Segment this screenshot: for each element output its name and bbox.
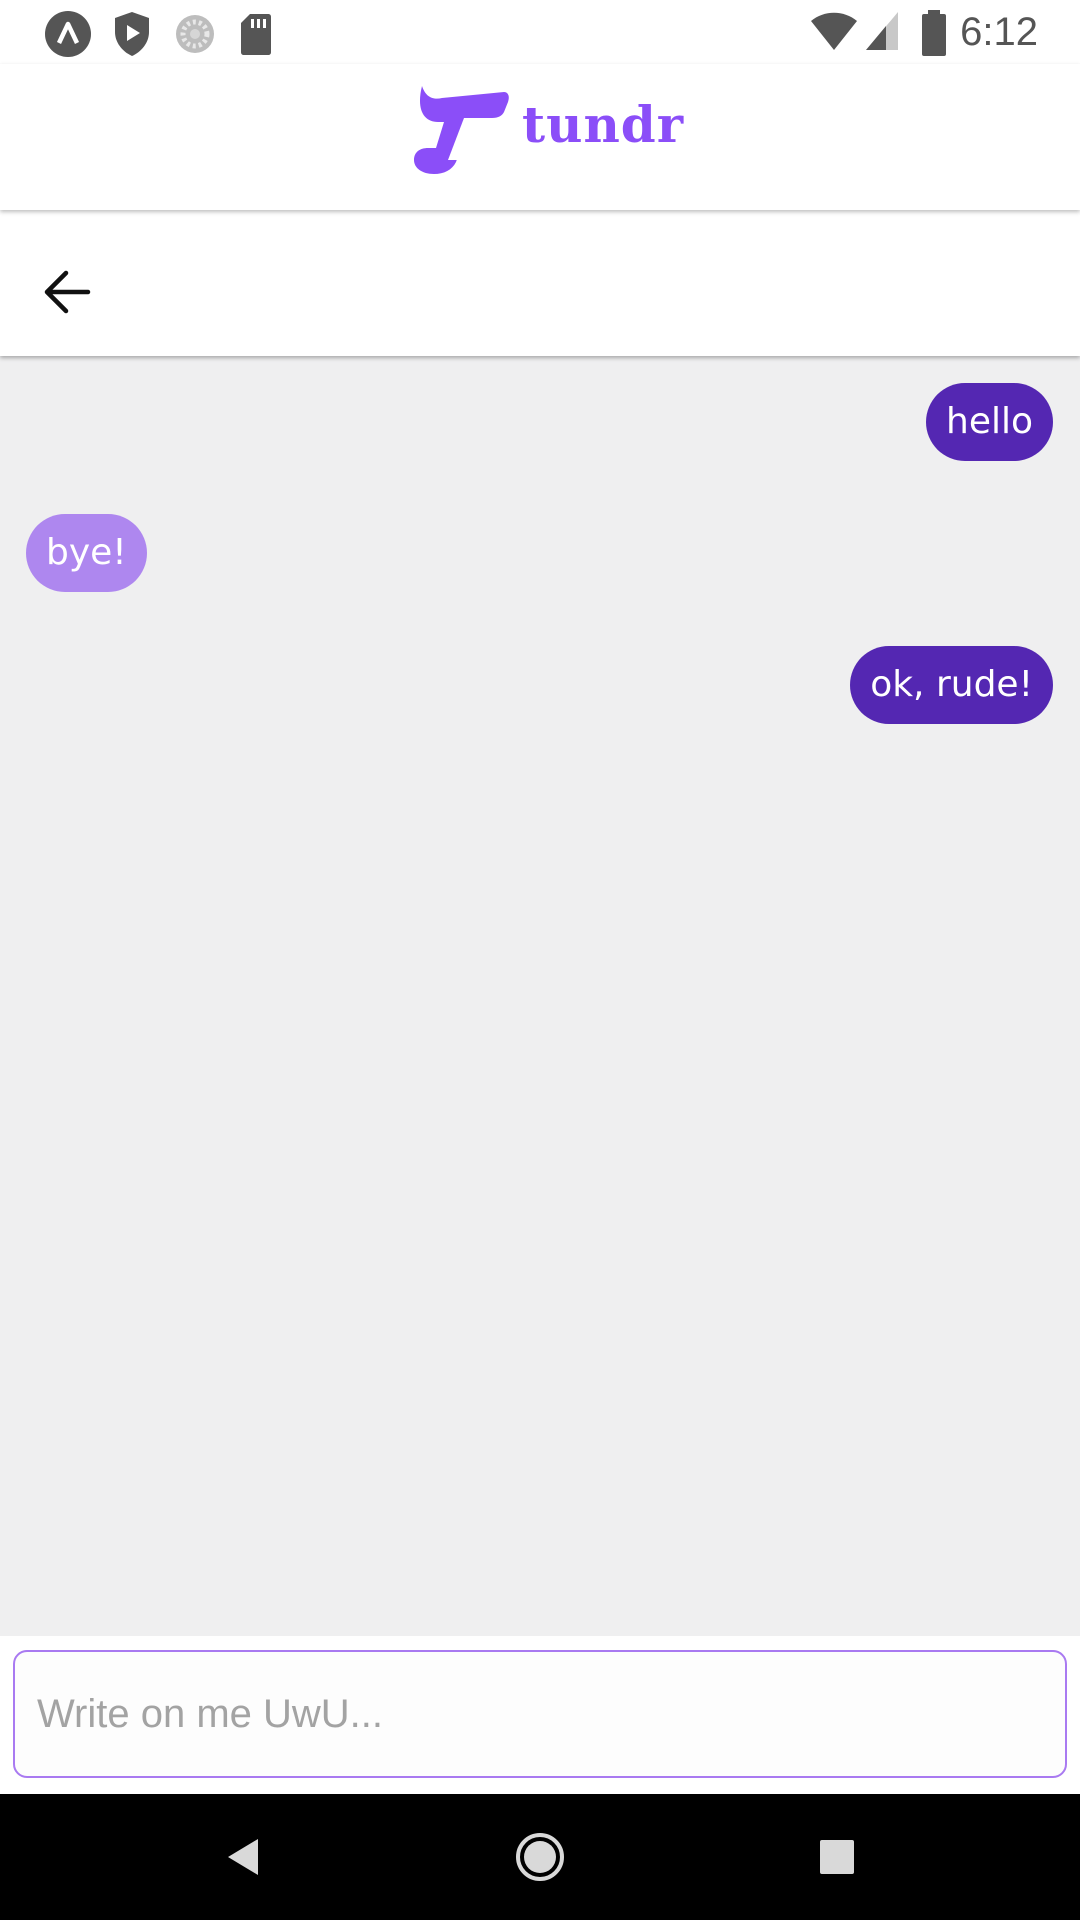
recents-square-icon (820, 1840, 854, 1874)
message-list[interactable]: hello bye! ok, rude! (0, 358, 1080, 1636)
back-triangle-icon (228, 1839, 258, 1875)
arrow-back-icon (44, 270, 91, 314)
nav-home-button[interactable] (505, 1822, 575, 1892)
message-bubble-received: bye! (26, 514, 147, 592)
shield-play-icon (115, 12, 149, 56)
brand-name: tundr (522, 95, 685, 154)
wifi-icon (811, 12, 857, 50)
nav-back-button[interactable] (208, 1822, 278, 1892)
app-screen: 6:12 tundr hello bye! ok, rude! (0, 0, 1080, 1920)
tundr-logo-icon (414, 86, 509, 174)
status-bar: 6:12 (0, 0, 1080, 64)
nav-recents-button[interactable] (802, 1822, 872, 1892)
cell-signal-icon (866, 12, 898, 50)
chat-header (0, 210, 1080, 356)
system-nav-bar (0, 1794, 1080, 1920)
app-notification-icon (45, 11, 91, 57)
battery-icon (922, 10, 946, 56)
compose-area (0, 1636, 1080, 1794)
sd-card-icon (241, 14, 271, 55)
message-bubble-sent: hello (926, 383, 1053, 461)
sync-spinner-icon (176, 15, 214, 53)
status-time: 6:12 (960, 10, 1038, 54)
message-bubble-sent: ok, rude! (850, 646, 1053, 724)
message-input[interactable] (13, 1650, 1067, 1778)
brand-header: tundr (0, 64, 1080, 210)
home-circle-icon (516, 1833, 564, 1881)
back-button[interactable] (24, 246, 114, 336)
